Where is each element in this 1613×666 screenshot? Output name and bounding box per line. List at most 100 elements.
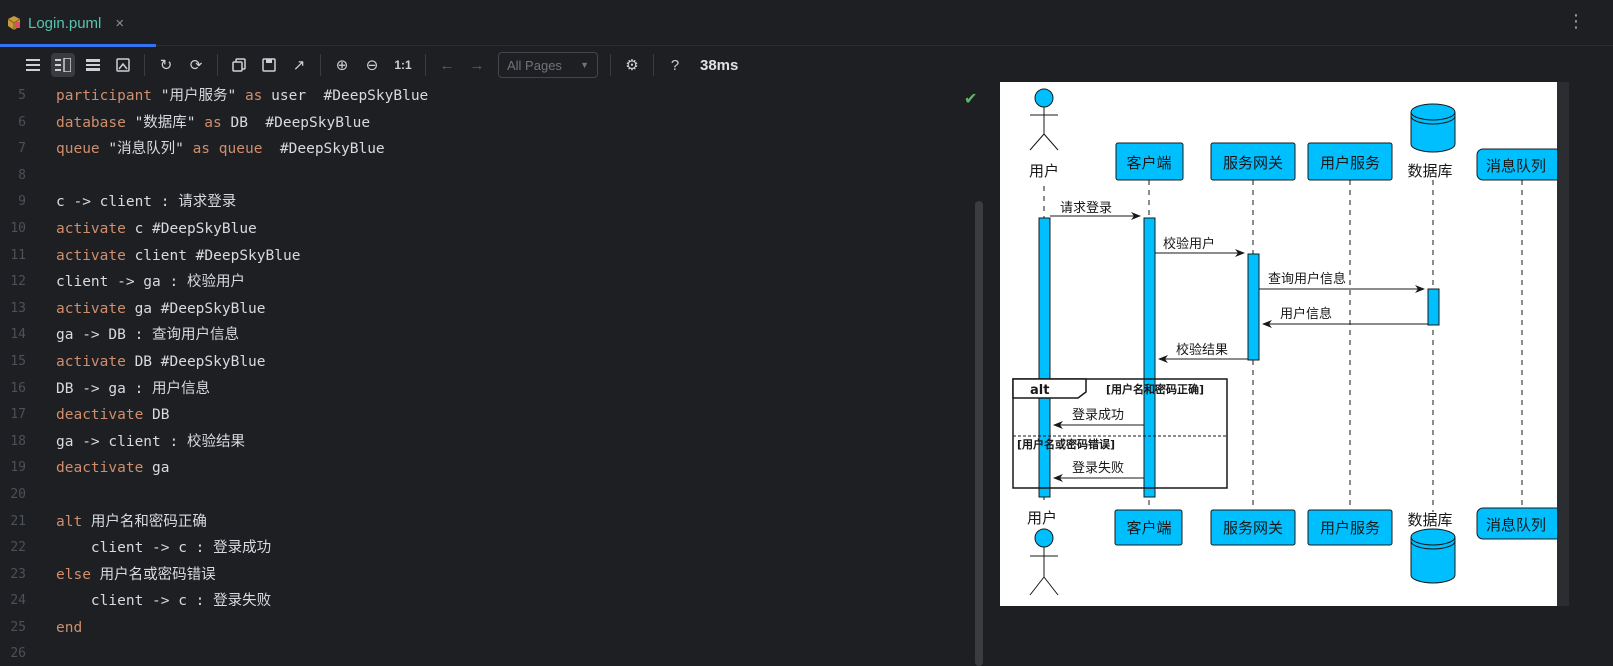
code-line[interactable]: activate c #DeepSkyBlue	[56, 216, 428, 243]
participant-us-top: 用户服务	[1320, 154, 1380, 172]
editor-tab-bar: Login.puml × ⋮	[0, 0, 1613, 47]
message-m2: 校验用户	[1163, 236, 1215, 252]
settings-icon[interactable]: ⚙	[620, 53, 644, 77]
participant-db-top: 数据库	[1407, 162, 1452, 180]
text-token: #DeepSkyBlue	[262, 141, 385, 158]
preview-toolbar: ↻ ⟳ ↗ ⊕ ⊖ 1:1 ← → All Pages ▼ ⚙ ? 38ms	[0, 47, 1613, 83]
more-options-icon[interactable]: ⋮	[1567, 12, 1585, 30]
keyword-token: participant	[56, 88, 153, 104]
editor-scrollbar[interactable]	[975, 201, 983, 666]
code-line[interactable]: ga -> DB : 查询用户信息	[56, 322, 428, 349]
code-line[interactable]: DB -> ga : 用户信息	[56, 376, 428, 403]
puml-file-icon	[6, 15, 22, 31]
code-line[interactable]	[56, 163, 428, 190]
toolbar-separator	[144, 54, 145, 76]
text-token: ga	[143, 460, 170, 477]
preview-only-icon[interactable]	[81, 53, 105, 77]
code-line[interactable]: activate client #DeepSkyBlue	[56, 243, 428, 270]
keyword-token: queue	[218, 141, 263, 158]
database-db-bottom	[1410, 528, 1456, 584]
line-number: 14	[10, 327, 26, 343]
database-db-top	[1410, 103, 1456, 153]
text-token: 用户名和密码正确	[82, 513, 207, 530]
code-line[interactable]: queue "消息队列" as queue #DeepSkyBlue	[56, 136, 428, 163]
editor-only-icon[interactable]	[21, 53, 45, 77]
participant-db-bottom: 数据库	[1407, 511, 1452, 529]
code-line[interactable]: client -> c : 登录失败	[56, 588, 428, 615]
text-token: ga -> client : 校验结果	[56, 433, 245, 450]
code-line[interactable]: client -> ga : 校验用户	[56, 269, 428, 296]
tab-title: Login.puml	[28, 14, 102, 32]
code-line[interactable]: database "数据库" as DB #DeepSkyBlue	[56, 110, 428, 137]
copy-icon[interactable]	[227, 53, 251, 77]
next-page-icon[interactable]: →	[465, 53, 489, 77]
zoom-in-icon[interactable]: ⊕	[330, 53, 354, 77]
image-preview-icon[interactable]	[111, 53, 135, 77]
text-token: "消息队列"	[99, 141, 193, 158]
line-number: 26	[10, 646, 26, 662]
line-number: 24	[10, 593, 26, 609]
help-icon[interactable]: ?	[663, 53, 687, 77]
syntax-ok-check-icon: ✔	[964, 91, 978, 108]
code-line[interactable]: participant "用户服务" as user #DeepSkyBlue	[56, 83, 428, 110]
text-token: "数据库"	[125, 114, 205, 131]
code-line[interactable]: activate ga #DeepSkyBlue	[56, 296, 428, 323]
line-number: 16	[10, 380, 26, 396]
line-number: 20	[10, 486, 26, 502]
code-line[interactable]: alt 用户名和密码正确	[56, 509, 428, 536]
participant-ga-top: 服务网关	[1223, 154, 1283, 172]
keyword-token: deactivate	[56, 460, 144, 477]
message-m3: 查询用户信息	[1268, 271, 1346, 287]
split-view-icon[interactable]	[51, 53, 75, 77]
keyword-token: database	[56, 114, 126, 131]
keyword-token: else	[56, 566, 91, 583]
participant-mq-bottom: 消息队列	[1486, 516, 1546, 534]
code-line[interactable]	[56, 641, 428, 666]
code-line[interactable]: else 用户名或密码错误	[56, 562, 428, 589]
line-number: 5	[18, 88, 26, 103]
zoom-out-icon[interactable]: ⊖	[360, 53, 384, 77]
keyword-token: as	[204, 114, 222, 131]
line-number: 25	[10, 619, 26, 635]
actor-user-top	[1029, 88, 1059, 151]
participant-ga-bottom: 服务网关	[1223, 519, 1283, 537]
previous-page-icon[interactable]: ←	[435, 53, 459, 77]
code-line[interactable]: client -> c : 登录成功	[56, 535, 428, 562]
line-number: 15	[10, 353, 26, 369]
text-token: ga -> DB : 查询用户信息	[56, 327, 240, 344]
message-m4: 用户信息	[1280, 306, 1332, 322]
code-line[interactable]: c -> client : 请求登录	[56, 189, 428, 216]
code-content[interactable]: participant "用户服务" as user #DeepSkyBlue d…	[56, 83, 428, 666]
participant-mq-top: 消息队列	[1486, 157, 1546, 175]
code-line[interactable]	[56, 482, 428, 509]
participant-client-top: 客户端	[1126, 154, 1171, 172]
keyword-token: as	[192, 141, 211, 158]
message-m6: 登录成功	[1072, 408, 1124, 423]
save-icon[interactable]	[257, 53, 281, 77]
sync-icon[interactable]: ⟳	[184, 53, 208, 77]
code-line[interactable]: ga -> client : 校验结果	[56, 429, 428, 456]
preview-scrollbar[interactable]	[1557, 82, 1569, 606]
tab-login-puml[interactable]: Login.puml ×	[0, 0, 156, 47]
message-m5: 校验结果	[1176, 342, 1228, 358]
text-token: client -> c : 登录成功	[56, 540, 272, 557]
line-number: 7	[18, 141, 26, 157]
pages-select[interactable]: All Pages ▼	[498, 52, 598, 78]
code-editor[interactable]: 5 6 7 8 9 10 11 12 13 14 15 16 17 18 19 20 21 22 23 24 25 26 …	[0, 83, 990, 666]
close-icon[interactable]: ×	[115, 15, 124, 32]
text-token: client #DeepSkyBlue	[125, 247, 301, 264]
zoom-reset-button[interactable]: 1:1	[390, 53, 416, 77]
line-number: 19	[10, 460, 26, 476]
toolbar-separator	[425, 54, 426, 76]
code-line[interactable]: deactivate DB	[56, 402, 428, 429]
toolbar-separator	[320, 54, 321, 76]
refresh-icon[interactable]: ↻	[154, 53, 178, 77]
code-line[interactable]: deactivate ga	[56, 455, 428, 482]
toolbar-separator	[610, 54, 611, 76]
open-external-icon[interactable]: ↗	[287, 53, 311, 77]
code-line[interactable]: activate DB #DeepSkyBlue	[56, 349, 428, 376]
text-token: DB #DeepSkyBlue	[125, 353, 266, 370]
code-line[interactable]: end	[56, 615, 428, 642]
keyword-token: alt	[56, 513, 83, 530]
